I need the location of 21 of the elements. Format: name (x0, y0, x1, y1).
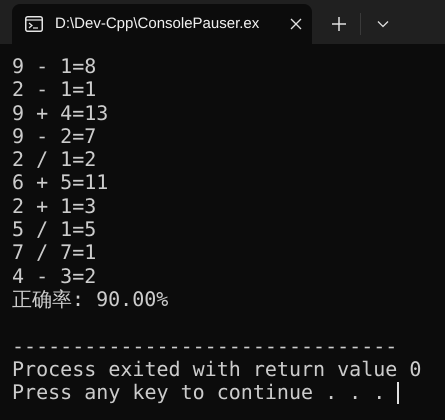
console-icon (25, 16, 43, 32)
console-line: 9 - 1=8 (12, 55, 96, 78)
console-line: 5 / 1=5 (12, 218, 96, 242)
terminal-tab[interactable]: D:\Dev-Cpp\ConsolePauser.ex (12, 4, 312, 44)
chevron-down-icon[interactable] (377, 20, 389, 28)
console-line: 2 / 1=2 (12, 148, 96, 172)
console-line: -------------------------------- (12, 334, 398, 358)
new-tab-icon[interactable] (332, 17, 346, 31)
tab-title: D:\Dev-Cpp\ConsolePauser.ex (55, 14, 260, 34)
console-line: 4 - 3=2 (12, 264, 96, 288)
console-line: 6 + 5=11 (12, 171, 108, 195)
console-line: 2 + 1=3 (12, 194, 96, 218)
close-icon[interactable] (290, 18, 302, 30)
console-line: 9 - 2=7 (12, 124, 96, 148)
console-line: 9 + 4=13 (12, 102, 108, 125)
text-cursor (397, 382, 400, 404)
console-line: 7 / 7=1 (12, 241, 96, 265)
console-line: Process exited with return value 0 (12, 358, 422, 382)
console-line: Press any key to continue . . . (12, 381, 386, 404)
console-line: 正确率: 90.00% (12, 288, 168, 312)
console-line: 2 - 1=1 (12, 78, 96, 102)
